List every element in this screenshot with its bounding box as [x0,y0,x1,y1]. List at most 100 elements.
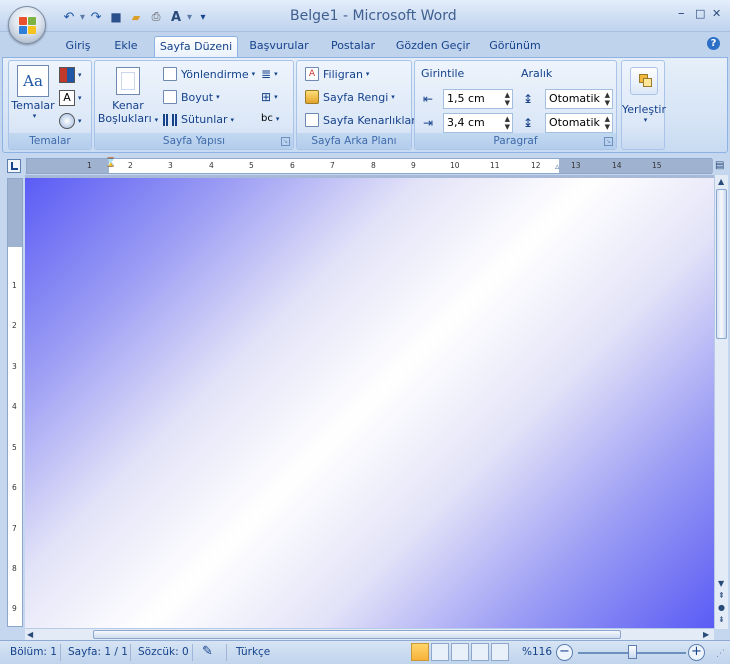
theme-colors-button[interactable]: ▾ [59,67,82,83]
zoom-in-icon[interactable]: + [688,644,705,661]
page-borders-icon [305,113,319,127]
margins-label-2: Boşlukları ▾ [97,112,159,125]
space-after-field[interactable]: Otomatik ▲ ▼ [545,113,613,133]
horizontal-scrollbar[interactable]: ◀ ▶ [25,628,714,640]
zoom-slider-thumb[interactable] [628,645,637,659]
group-label-temalar: Temalar [9,133,91,149]
ribbon: Aa Temalar ▾ ▾ A ▾ ▾ Temalar Kenar Boşluk… [2,57,728,153]
right-indent-marker-icon[interactable]: ▵ [555,162,560,172]
page-color-icon [305,90,319,104]
page-setup-launcher-icon[interactable]: ↘ [281,137,290,146]
page-color-button[interactable]: Sayfa Rengi ▾ [305,90,395,104]
office-button[interactable] [8,6,46,44]
spelling-icon[interactable]: A [167,8,185,26]
space-after-icon: ↨ [523,116,534,130]
close-button[interactable]: ✕ [712,7,721,20]
ruler-number: 1 [12,281,17,290]
theme-fonts-icon: A [59,90,75,106]
customize-qat-icon[interactable]: ▾ [194,8,212,26]
watermark-button[interactable]: A Filigran ▾ [305,67,369,81]
vertical-ruler[interactable]: 1 2 3 4 5 6 7 8 9 [7,178,23,627]
web-layout-icon[interactable] [451,643,469,661]
hyphenation-button[interactable]: bc ▾ [261,113,279,124]
undo-icon[interactable]: ↶ [60,8,78,26]
tab-giris[interactable]: Giriş [58,36,98,58]
scroll-down-icon[interactable]: ▼ [718,579,724,588]
breaks-button[interactable]: ≣ ▾ [261,67,278,81]
right-indent-spinner-icon[interactable]: ▲ ▼ [505,115,510,131]
vertical-scroll-thumb[interactable] [716,189,727,339]
columns-icon [163,113,177,126]
ruler-number: 6 [12,483,17,492]
themes-button[interactable]: Aa Temalar ▾ [11,65,55,120]
minimize-button[interactable]: – [678,6,685,21]
size-button[interactable]: Boyut ▾ [163,90,220,104]
theme-effects-button[interactable]: ▾ [59,113,82,129]
zoom-out-icon[interactable]: − [556,644,573,661]
horizontal-scroll-thumb[interactable] [93,630,621,639]
horizontal-ruler[interactable]: ⌛ ▵ 1 2 3 4 5 6 7 8 9 10 11 12 13 14 15 [26,158,713,174]
undo-dropdown-icon[interactable]: ▾ [80,12,85,23]
tab-sayfa-duzeni[interactable]: Sayfa Düzeni [154,36,238,58]
print-preview-icon[interactable]: ⎙ [147,8,165,26]
full-screen-reading-icon[interactable] [431,643,449,661]
tab-gorunum[interactable]: Görünüm [482,36,548,58]
tab-selector-button[interactable] [7,159,21,173]
print-layout-view-icon[interactable] [411,643,429,661]
right-indent-field[interactable]: 3,4 cm ▲ ▼ [443,113,513,133]
open-folder-icon[interactable]: ▰ [127,8,145,26]
language-indicator[interactable]: Türkçe [236,646,270,658]
section-indicator[interactable]: Bölüm: 1 [10,646,57,658]
page-borders-button[interactable]: Sayfa Kenarlıkları [305,113,419,127]
tab-basvurular[interactable]: Başvurular [244,36,314,58]
scroll-left-icon[interactable]: ◀ [27,630,33,639]
margins-button[interactable]: Kenar Boşlukları ▾ [97,67,159,125]
browse-object-icon[interactable]: ● [718,603,725,612]
theme-fonts-button[interactable]: A ▾ [59,90,82,106]
scroll-right-icon[interactable]: ▶ [703,630,709,639]
scroll-up-icon[interactable]: ▲ [718,177,724,186]
tab-gozden-gecir[interactable]: Gözden Geçir [392,36,474,58]
first-line-indent-marker-icon[interactable]: ⌛ [105,158,116,168]
maximize-button[interactable]: □ [695,7,705,20]
space-after-spinner-icon[interactable]: ▲ ▼ [605,115,610,131]
page-indicator[interactable]: Sayfa: 1 / 1 [68,646,128,658]
redo-icon[interactable]: ↷ [87,8,105,26]
orientation-button[interactable]: Yönlendirme ▾ [163,67,255,81]
save-icon[interactable]: ■ [107,8,125,26]
ruler-number: 4 [209,161,214,170]
paragraph-launcher-icon[interactable]: ↘ [604,137,613,146]
previous-page-icon[interactable]: ⇞ [718,591,725,600]
themes-label: Temalar [11,99,55,112]
next-page-icon[interactable]: ⇟ [718,615,725,624]
outline-view-icon[interactable] [471,643,489,661]
ruler-number: 3 [12,362,17,371]
zoom-level[interactable]: %116 [522,646,552,658]
themes-icon: Aa [17,65,49,97]
proofing-icon[interactable]: ✎ [202,644,213,659]
columns-button[interactable]: Sütunlar ▾ [163,113,234,126]
group-sayfa-yapisi: Kenar Boşlukları ▾ Yönlendirme ▾ Boyut ▾ Sü… [94,60,294,150]
left-indent-spinner-icon[interactable]: ▲ ▼ [505,91,510,107]
view-ruler-icon[interactable]: ▤ [715,160,724,171]
space-before-field[interactable]: Otomatik ▲ ▼ [545,89,613,109]
ruler-number: 8 [371,161,376,170]
hyphenation-icon: bc [261,113,273,124]
word-count[interactable]: Sözcük: 0 [138,646,189,658]
arrange-icon [630,67,658,95]
arrange-button[interactable]: Yerleştir ▾ [622,67,666,124]
space-before-spinner-icon[interactable]: ▲ ▼ [605,91,610,107]
draft-view-icon[interactable] [491,643,509,661]
left-indent-field[interactable]: 1,5 cm ▲ ▼ [443,89,513,109]
breaks-icon: ≣ [261,67,272,81]
resize-grip-icon[interactable]: ⋰ [716,649,725,659]
spelling-dropdown-icon[interactable]: ▾ [187,12,192,23]
group-temalar: Aa Temalar ▾ ▾ A ▾ ▾ Temalar [8,60,92,150]
line-numbers-button[interactable]: ⊞ ▾ [261,90,278,104]
vertical-scrollbar[interactable]: ▲ ▼ ⇞ ● ⇟ [714,175,728,629]
help-icon[interactable]: ? [707,37,720,50]
zoom-slider[interactable] [578,645,686,659]
tab-postalar[interactable]: Postalar [324,36,382,58]
document-page[interactable] [25,178,714,628]
tab-ekle[interactable]: Ekle [106,36,146,58]
